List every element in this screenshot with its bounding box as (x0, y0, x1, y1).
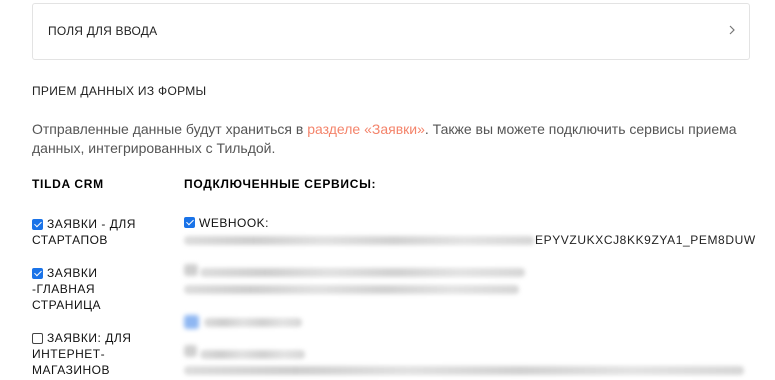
crm-item-main-page[interactable]: ЗАЯВКИ -ГЛАВНАЯ СТРАНИЦА (32, 265, 162, 313)
crm-item-startups[interactable]: ЗАЯВКИ - ДЛЯ СТАРТАПОВ (32, 216, 162, 248)
service-row-blurred (184, 366, 744, 375)
fields-section-toggle[interactable]: ПОЛЯ ДЛЯ ВВОДА (32, 3, 750, 60)
service-row-blurred (184, 285, 519, 294)
service-row-blurred (204, 318, 302, 327)
checkbox-checked-icon[interactable] (184, 217, 195, 228)
receive-section-title: ПРИЕМ ДАННЫХ ИЗ ФОРМЫ (32, 84, 207, 98)
checkbox-unchecked-icon[interactable] (32, 333, 43, 344)
checkbox-checked-icon[interactable] (32, 219, 43, 230)
chevron-right-icon (729, 25, 735, 35)
service-checkbox-blurred[interactable] (184, 264, 198, 276)
requests-section-link[interactable]: разделе «Заявки» (307, 121, 425, 137)
checkbox-checked-icon[interactable] (32, 268, 43, 279)
service-row-blurred (200, 350, 305, 359)
service-row-blurred (200, 268, 525, 277)
webhook-url-blurred (184, 236, 534, 245)
service-checkbox-blurred[interactable] (184, 315, 199, 329)
description-text-start: Отправленные данные будут храниться в (32, 121, 308, 137)
webhook-label: WEBHOOK: (199, 216, 270, 230)
fields-section-title: ПОЛЯ ДЛЯ ВВОДА (48, 24, 158, 38)
service-webhook[interactable]: WEBHOOK: (184, 216, 269, 230)
crm-item-label: ЗАЯВКИ - ДЛЯ СТАРТАПОВ (32, 217, 136, 247)
crm-item-label: ЗАЯВКИ: ДЛЯ ИНТЕРНЕТ-МАГАЗИНОВ (32, 331, 132, 377)
connected-services-heading: ПОДКЛЮЧЕННЫЕ СЕРВИСЫ: (184, 177, 377, 191)
crm-item-online-stores[interactable]: ЗАЯВКИ: ДЛЯ ИНТЕРНЕТ-МАГАЗИНОВ (32, 330, 162, 378)
webhook-url-tail: EPYVZUKXCJ8KK9ZYA1_PEM8DUW (535, 233, 756, 247)
service-checkbox-blurred[interactable] (184, 345, 197, 357)
receive-section-description: Отправленные данные будут храниться в ра… (32, 120, 752, 158)
tilda-crm-heading: TILDA CRM (32, 177, 104, 191)
